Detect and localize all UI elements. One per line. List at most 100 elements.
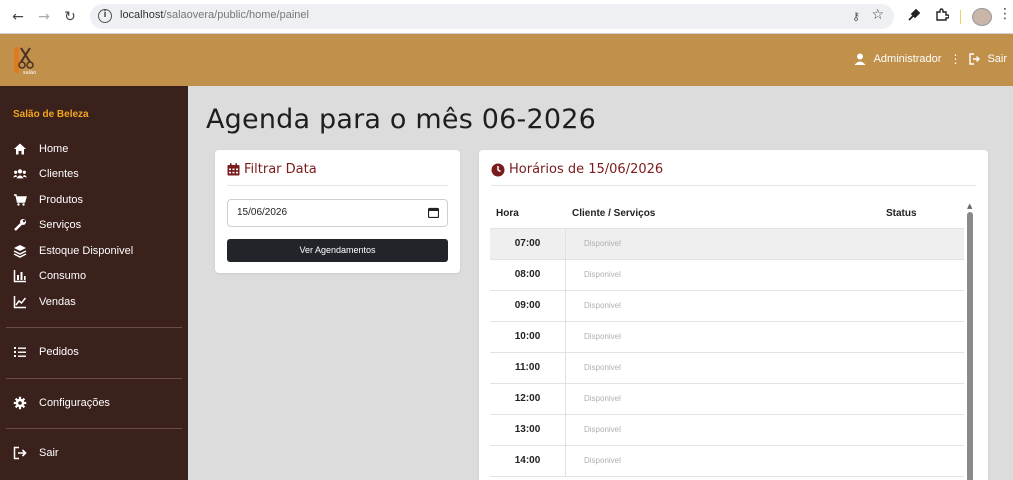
row-cliente: Disponivel (584, 363, 621, 372)
table-row[interactable]: 12:00 Disponivel (490, 384, 964, 415)
row-cliente: Disponivel (584, 332, 621, 341)
forward-arrow-icon[interactable]: → (34, 7, 54, 27)
url-text[interactable]: localhost/salaovera/public/home/painel (120, 9, 309, 21)
column-header-cliente: Cliente / Serviços (572, 208, 656, 219)
sidebar-item-label: Home (39, 143, 69, 155)
user-menu-kebab-icon[interactable]: ⋮ (949, 52, 961, 66)
profile-avatar[interactable] (972, 8, 992, 26)
header-logout-link[interactable]: Sair (987, 53, 1007, 65)
date-input-value: 15/06/2026 (237, 207, 288, 218)
gear-icon (13, 396, 27, 410)
row-cliente: Disponivel (584, 394, 621, 403)
table-row[interactable]: 10:00 Disponivel (490, 322, 964, 353)
bar-chart-icon (13, 270, 26, 283)
wrench-icon (14, 219, 26, 231)
sidebar-item-label: Configurações (39, 397, 110, 409)
user-icon (854, 53, 866, 65)
filter-card-header: Filtrar Data (227, 162, 317, 177)
browser-menu-icon[interactable]: ⋮ (998, 6, 1012, 22)
calendar-picker-icon[interactable] (428, 207, 439, 218)
row-hora: 08:00 (490, 260, 566, 290)
table-row[interactable]: 11:00 Disponivel (490, 353, 964, 384)
sidebar-item-sair[interactable]: Sair (13, 446, 59, 460)
logout-icon (13, 446, 27, 460)
sidebar-item-configuracoes[interactable]: Configurações (13, 396, 110, 410)
scrollbar-thumb[interactable] (967, 212, 973, 480)
row-hora: 07:00 (490, 229, 566, 259)
page-title: Agenda para o mês 06-2026 (206, 104, 596, 135)
app-logo[interactable]: salão (12, 44, 38, 76)
column-header-status: Status (886, 208, 917, 219)
line-chart-icon (13, 296, 27, 309)
sidebar-item-label: Pedidos (39, 346, 79, 358)
sidebar-divider (6, 428, 182, 429)
table-row[interactable]: 13:00 Disponivel (490, 415, 964, 446)
ver-agendamentos-button[interactable]: Ver Agendamentos (227, 239, 448, 262)
bookmark-star-icon[interactable]: ☆ (871, 7, 884, 23)
sidebar-item-label: Estoque Disponivel (39, 245, 134, 257)
row-hora: 13:00 (490, 415, 566, 445)
date-input[interactable]: 15/06/2026 (227, 199, 448, 227)
list-icon (14, 347, 26, 357)
sidebar-item-estoque[interactable]: Estoque Disponivel (13, 244, 133, 258)
sidebar-item-pedidos[interactable]: Pedidos (13, 345, 79, 359)
table-row[interactable]: 09:00 Disponivel (490, 291, 964, 322)
sidebar-item-consumo[interactable]: Consumo (13, 269, 86, 283)
url-path: /salaovera/public/home/painel (163, 9, 309, 21)
table-row[interactable]: 08:00 Disponivel (490, 260, 964, 291)
row-cliente: Disponivel (584, 270, 621, 279)
row-hora: 11:00 (490, 353, 566, 383)
sidebar-divider (6, 378, 182, 379)
filter-card: Filtrar Data 15/06/2026 Ver Agendamentos (215, 150, 460, 273)
table-row[interactable]: 07:00 Disponivel (490, 229, 964, 260)
sidebar-item-home[interactable]: Home (13, 142, 68, 156)
scroll-up-arrow-icon[interactable]: ▲ (967, 202, 972, 210)
extensions-puzzle-icon[interactable] (935, 8, 950, 26)
logout-icon (969, 53, 981, 65)
sidebar-item-servicos[interactable]: Serviços (13, 218, 81, 232)
sidebar-item-vendas[interactable]: Vendas (13, 295, 76, 309)
sidebar-item-clientes[interactable]: Clientes (13, 167, 79, 181)
hours-card-divider (491, 185, 976, 186)
hours-card: Horários de 15/06/2026 Hora Cliente / Se… (479, 150, 988, 480)
filter-card-title: Filtrar Data (244, 162, 317, 177)
row-hora: 10:00 (490, 322, 566, 352)
clock-icon (491, 163, 505, 176)
user-name[interactable]: Administrador (874, 53, 942, 65)
row-hora: 14:00 (490, 446, 566, 476)
hours-card-title: Horários de 15/06/2026 (509, 162, 664, 177)
row-cliente: Disponivel (584, 425, 621, 434)
user-menu: Administrador ⋮ Sair (854, 52, 1007, 66)
sidebar-item-label: Clientes (39, 168, 79, 180)
hours-card-header: Horários de 15/06/2026 (491, 162, 663, 177)
sidebar-item-label: Sair (39, 447, 59, 459)
calendar-icon (227, 163, 240, 176)
users-icon (13, 169, 27, 179)
password-key-icon[interactable]: ⚷ (852, 10, 860, 23)
sidebar-item-label: Consumo (39, 270, 87, 282)
sidebar-item-label: Serviços (39, 219, 82, 231)
sidebar-item-produtos[interactable]: Produtos (13, 193, 83, 207)
sidebar-item-label: Vendas (39, 296, 76, 308)
layers-icon (13, 245, 27, 258)
back-arrow-icon[interactable]: ← (8, 7, 28, 27)
sidebar-brand: Salão de Beleza (13, 109, 89, 120)
filter-card-divider (227, 185, 448, 186)
eyedropper-icon[interactable] (907, 8, 921, 26)
table-scrollbar[interactable]: ▲ (966, 202, 974, 480)
sidebar-divider (6, 327, 182, 328)
row-cliente: Disponivel (584, 239, 621, 248)
table-row[interactable]: 14:00 Disponivel (490, 446, 964, 477)
app-header: salão Administrador ⋮ Sair (0, 34, 1013, 86)
row-hora: 09:00 (490, 291, 566, 321)
url-host: localhost (120, 9, 164, 21)
address-bar[interactable]: i localhost/salaovera/public/home/painel… (90, 4, 894, 29)
home-icon (14, 143, 26, 155)
toolbar-divider (960, 10, 961, 24)
sidebar: Salão de Beleza Home Clientes Produtos S… (0, 86, 188, 480)
column-header-hora: Hora (496, 208, 519, 219)
svg-text:salão: salão (23, 70, 36, 76)
site-info-icon[interactable]: i (98, 9, 112, 23)
reload-icon[interactable]: ↻ (60, 7, 80, 27)
row-hora: 12:00 (490, 384, 566, 414)
